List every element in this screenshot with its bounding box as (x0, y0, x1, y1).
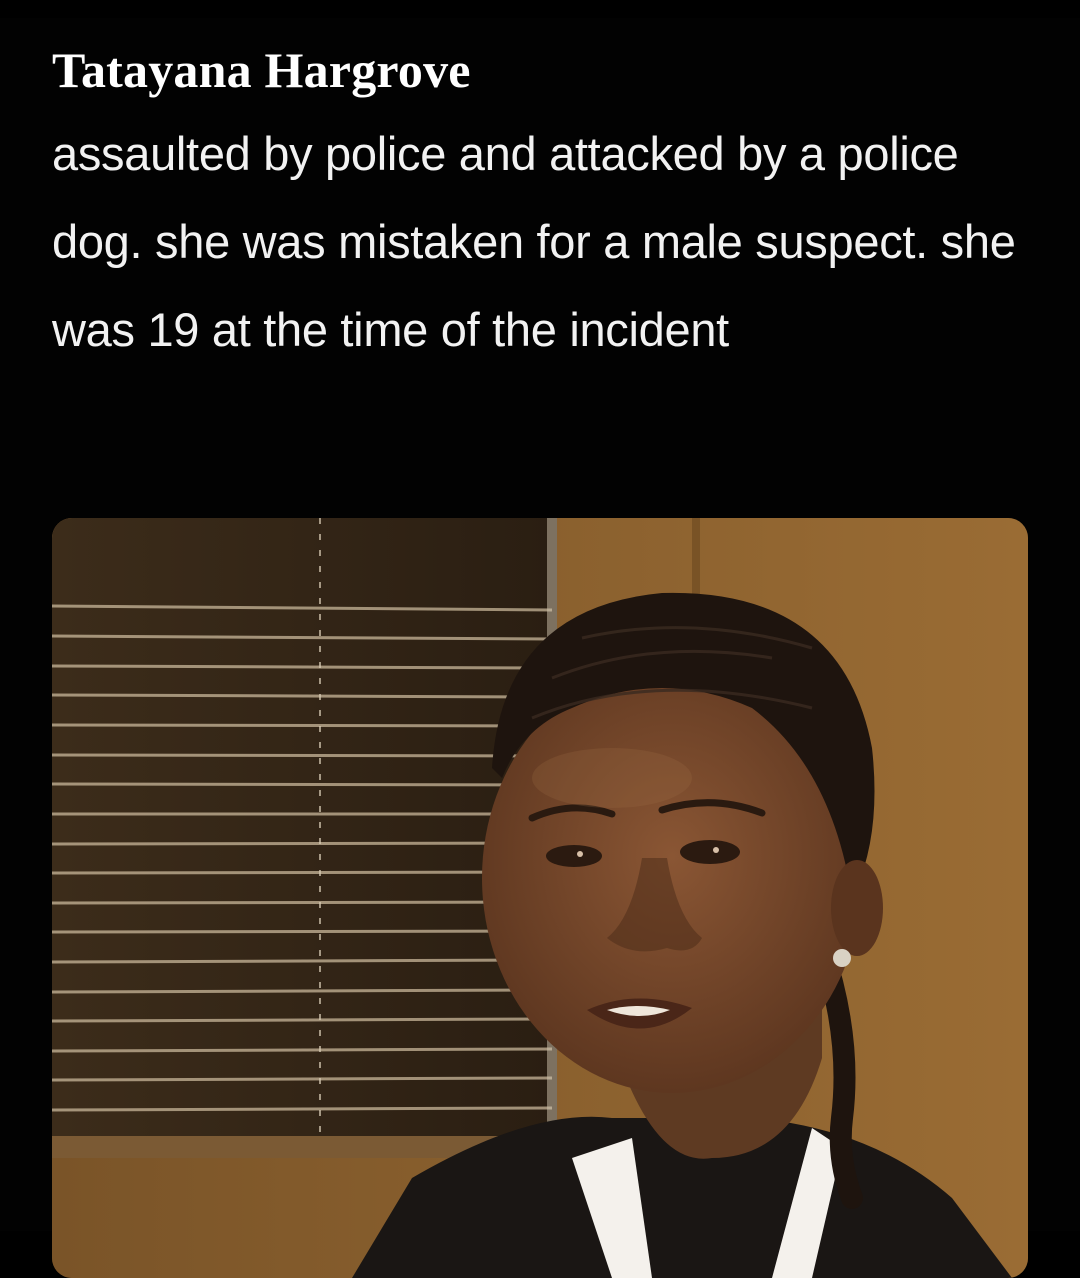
window-blind (52, 518, 557, 1148)
post-photo[interactable] (52, 518, 1028, 1278)
earring (833, 949, 851, 967)
post-title: Tatayana Hargrove (52, 42, 471, 98)
post-caption: assaulted by police and attacked by a po… (52, 127, 1016, 356)
interview-photo-illustration (52, 518, 1028, 1278)
ear (831, 860, 883, 956)
left-eye (546, 845, 602, 867)
post-text: Tatayana Hargrove assaulted by police an… (52, 40, 1032, 374)
post: Tatayana Hargrove assaulted by police an… (0, 0, 1080, 1278)
top-bar (0, 0, 1080, 18)
right-eye (680, 840, 740, 864)
